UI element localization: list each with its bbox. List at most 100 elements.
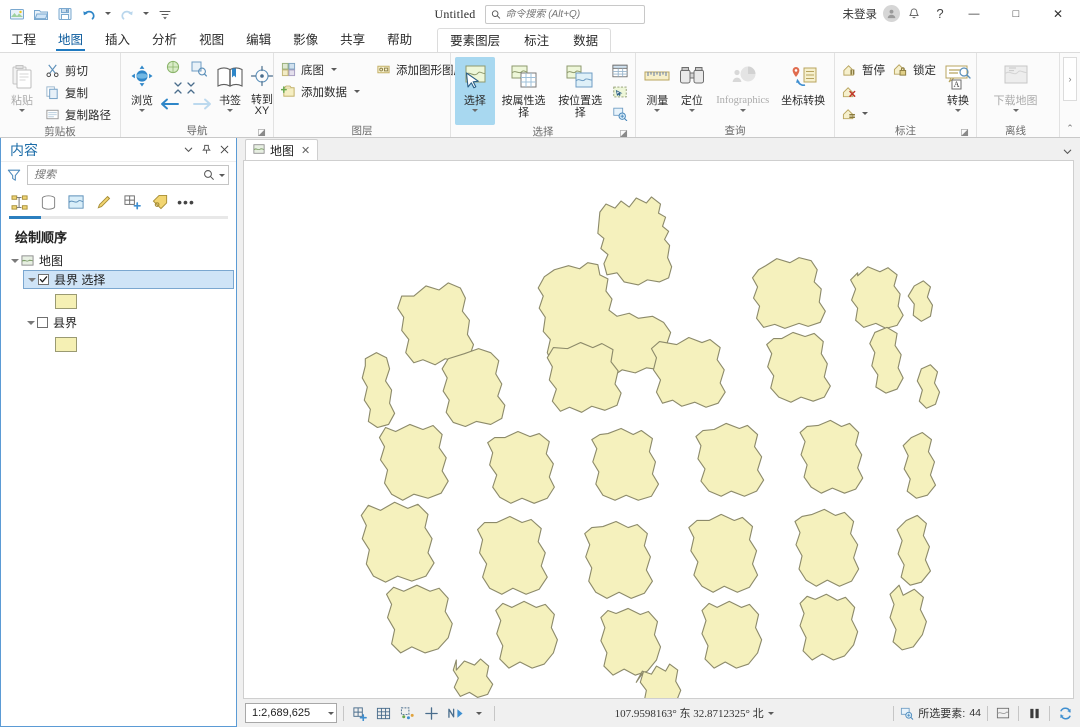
- pin-icon[interactable]: [199, 142, 214, 158]
- tab-labeling[interactable]: 标注: [512, 30, 561, 52]
- bookmarks-button[interactable]: 书签: [213, 57, 247, 112]
- download-map-button[interactable]: 下载地图: [985, 57, 1047, 112]
- avatar[interactable]: [883, 5, 900, 22]
- explore-caret-icon[interactable]: [139, 109, 145, 112]
- county-boundaries-map[interactable]: [244, 161, 1073, 698]
- command-search-input[interactable]: [505, 8, 640, 20]
- map-scale-caret-icon[interactable]: [328, 711, 334, 715]
- select-by-attributes-button[interactable]: 按属性选择: [496, 57, 552, 119]
- editing-list-icon[interactable]: [91, 190, 117, 214]
- contents-tab-scrollbar[interactable]: [9, 216, 228, 219]
- measure-button[interactable]: 测量: [640, 57, 675, 112]
- toc-item-map[interactable]: 地图: [1, 251, 236, 270]
- basemap-caret-icon[interactable]: [331, 68, 337, 71]
- help-icon[interactable]: ?: [928, 3, 952, 25]
- coordinate-conversion-button[interactable]: 坐标转换: [776, 57, 830, 107]
- menu-chevron-icon[interactable]: [181, 142, 196, 158]
- tab-map[interactable]: 地图: [47, 28, 94, 52]
- layer-symbol-swatch[interactable]: [55, 293, 77, 309]
- convert-labels-button[interactable]: A 转换: [941, 57, 975, 112]
- select-all-icon[interactable]: [609, 82, 631, 102]
- expand-triangle-icon[interactable]: [25, 320, 37, 325]
- contents-search-icon[interactable]: [203, 169, 215, 181]
- zoom-to-selected-icon[interactable]: [900, 707, 914, 720]
- minimize-button[interactable]: —: [954, 1, 994, 27]
- redo-icon[interactable]: [116, 3, 138, 25]
- add-grid-icon[interactable]: [350, 703, 368, 723]
- toc-symbol-row[interactable]: [1, 289, 236, 313]
- expand-triangle-icon[interactable]: [9, 258, 21, 263]
- more-labeling-button[interactable]: [839, 103, 877, 124]
- selected-features-status[interactable]: 所选要素: 44: [900, 705, 981, 721]
- tab-project[interactable]: 工程: [0, 28, 47, 52]
- tab-feature-layer[interactable]: 要素图层: [438, 30, 512, 52]
- labeling-dialog-launcher[interactable]: ◪: [959, 127, 970, 137]
- paste-button[interactable]: 粘贴: [4, 57, 40, 112]
- selection-list-icon[interactable]: [63, 190, 89, 214]
- layer-visibility-checkbox[interactable]: [37, 317, 48, 328]
- grid-icon[interactable]: [374, 703, 392, 723]
- refresh-icon[interactable]: [1056, 703, 1074, 723]
- layer-visibility-checkbox[interactable]: [38, 274, 49, 285]
- undo-icon[interactable]: [78, 3, 100, 25]
- select-caret-icon[interactable]: [471, 109, 478, 112]
- tab-analysis[interactable]: 分析: [141, 28, 188, 52]
- tab-edit[interactable]: 编辑: [235, 28, 282, 52]
- toc-item-county[interactable]: 县界: [1, 313, 236, 332]
- add-point-icon[interactable]: [422, 703, 440, 723]
- pause-drawing-icon[interactable]: [1025, 703, 1043, 723]
- selection-dialog-launcher[interactable]: ◪: [618, 128, 629, 137]
- select-button[interactable]: 选择: [455, 57, 495, 125]
- labeling-list-icon[interactable]: [147, 190, 173, 214]
- tab-help[interactable]: 帮助: [376, 28, 423, 52]
- map-view-tab[interactable]: 地图 ✕: [245, 139, 319, 160]
- layer-symbol-swatch[interactable]: [55, 336, 77, 352]
- maximize-button[interactable]: □: [996, 1, 1036, 27]
- undo-dropdown-icon[interactable]: [102, 3, 114, 25]
- data-source-icon[interactable]: [35, 190, 61, 214]
- toc-symbol-row[interactable]: [1, 332, 236, 356]
- locate-caret-icon[interactable]: [688, 109, 695, 112]
- drawing-order-icon[interactable]: [7, 190, 33, 214]
- tab-imagery[interactable]: 影像: [282, 28, 329, 52]
- contents-search-caret-icon[interactable]: [219, 173, 225, 177]
- copy-path-button[interactable]: 复制路径: [42, 104, 116, 125]
- cut-button[interactable]: 剪切: [42, 60, 116, 81]
- tab-insert[interactable]: 插入: [94, 28, 141, 52]
- open-project-icon[interactable]: [30, 3, 52, 25]
- measure-caret-icon[interactable]: [654, 109, 661, 112]
- new-project-icon[interactable]: [6, 3, 28, 25]
- contents-more-tabs-icon[interactable]: •••: [175, 190, 197, 214]
- close-button[interactable]: ✕: [1038, 1, 1078, 27]
- close-icon[interactable]: [217, 142, 232, 158]
- contents-search-box[interactable]: [27, 165, 229, 185]
- command-search[interactable]: [485, 4, 646, 24]
- notifications-icon[interactable]: [902, 3, 926, 25]
- convert-labels-caret-icon[interactable]: [955, 109, 961, 112]
- explore-button[interactable]: 浏览: [125, 57, 159, 112]
- add-data-caret-icon[interactable]: [354, 90, 360, 93]
- lock-labeling-button[interactable]: 锁定: [890, 59, 939, 80]
- navigate-forward-icon[interactable]: [191, 97, 213, 114]
- coordinates-caret-icon[interactable]: [767, 711, 774, 715]
- ribbon-expand-button[interactable]: ›: [1063, 57, 1077, 101]
- save-project-icon[interactable]: [54, 3, 76, 25]
- north-icon[interactable]: [446, 703, 464, 723]
- add-data-button[interactable]: 添加数据: [278, 81, 365, 102]
- more-labeling-caret-icon[interactable]: [862, 112, 868, 115]
- tab-share[interactable]: 共享: [329, 28, 376, 52]
- tab-view[interactable]: 视图: [188, 28, 235, 52]
- navigate-back-icon[interactable]: [159, 97, 181, 114]
- map-tabs-chevron-icon[interactable]: [1060, 144, 1074, 158]
- previous-extent-icon[interactable]: [189, 59, 209, 82]
- bookmarks-caret-icon[interactable]: [227, 109, 233, 112]
- download-map-caret-icon[interactable]: [1012, 109, 1019, 112]
- customize-qat-icon[interactable]: [154, 3, 176, 25]
- redo-dropdown-icon[interactable]: [140, 3, 152, 25]
- more-tools-caret[interactable]: [470, 703, 488, 723]
- pause-labeling-button[interactable]: 暂停: [839, 59, 888, 80]
- snapping-list-icon[interactable]: [119, 190, 145, 214]
- clear-selection-icon[interactable]: [994, 703, 1012, 723]
- navigate-dialog-launcher[interactable]: ◪: [256, 127, 267, 137]
- select-by-location-button[interactable]: 按位置选择: [552, 57, 608, 119]
